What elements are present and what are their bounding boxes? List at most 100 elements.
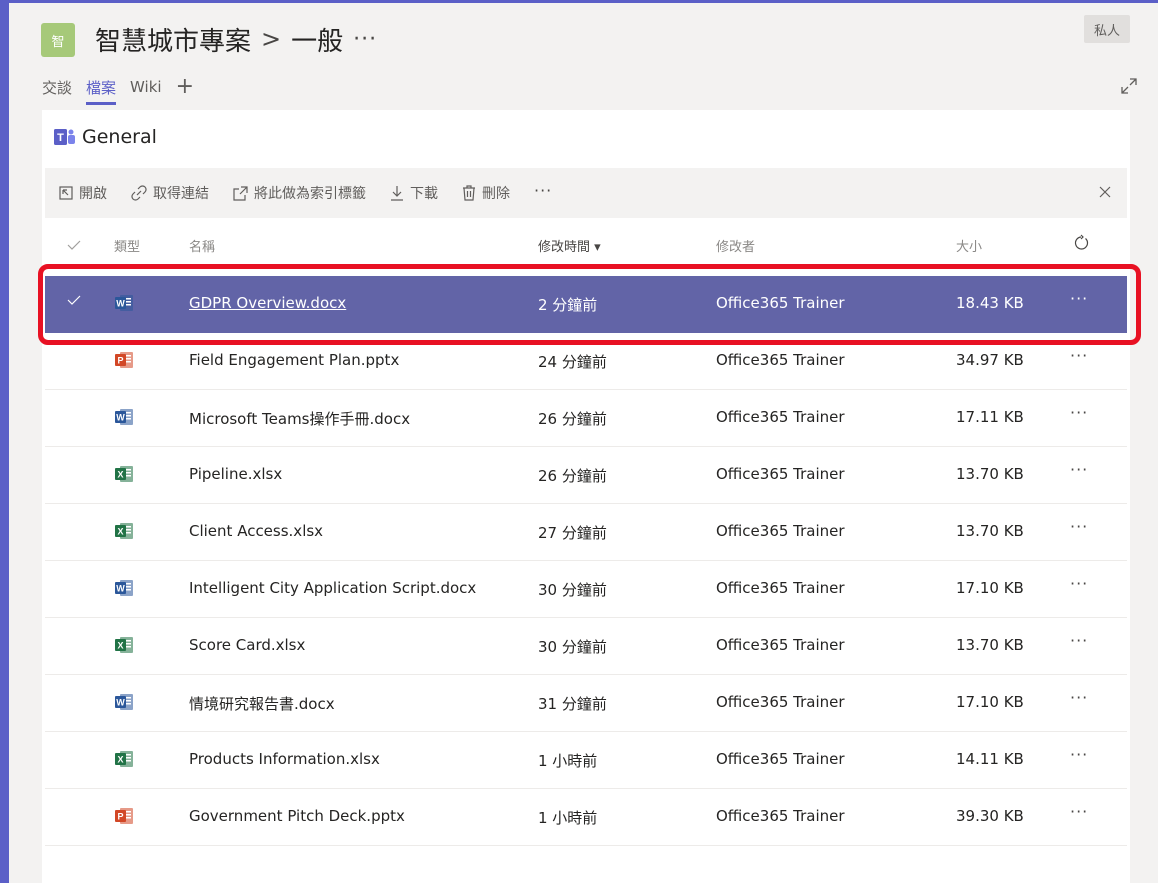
close-icon[interactable] xyxy=(1095,182,1115,202)
svg-text:X: X xyxy=(117,527,123,537)
add-tab-button[interactable]: + xyxy=(176,76,194,98)
file-modified-by: Office365 Trainer xyxy=(716,750,845,768)
file-modified: 30 分鐘前 xyxy=(538,638,607,656)
library-title: General xyxy=(82,126,157,148)
column-header-modified[interactable]: 修改時間 ▾ xyxy=(538,236,601,255)
column-header-modified-by[interactable]: 修改者 xyxy=(716,236,755,255)
teams-channel-view: 智 智慧城市專案 > 一般 ··· 私人 交談 檔案 Wiki + T Gene… xyxy=(9,3,1158,883)
refresh-icon[interactable] xyxy=(1072,234,1090,252)
channel-name[interactable]: 一般 xyxy=(291,21,343,58)
file-row[interactable]: W Microsoft Teams操作手冊.docx 26 分鐘前 Office365… xyxy=(45,390,1127,447)
file-name-link[interactable]: Microsoft Teams操作手冊.docx xyxy=(189,408,410,429)
command-bar: 開啟 取得連結 將此做為索引標籤 下載 刪除 ··· xyxy=(45,168,1127,218)
excel-file-icon: X xyxy=(115,751,133,767)
delete-button[interactable]: 刪除 xyxy=(462,183,510,203)
file-modified-by: Office365 Trainer xyxy=(716,636,845,654)
make-tab-label: 將此做為索引標籤 xyxy=(254,186,366,202)
breadcrumb-separator: > xyxy=(261,25,282,53)
file-size: 13.70 KB xyxy=(956,465,1024,483)
file-modified: 30 分鐘前 xyxy=(538,581,607,599)
trash-icon xyxy=(463,185,475,201)
svg-text:W: W xyxy=(116,584,125,594)
svg-text:P: P xyxy=(117,356,123,366)
row-more-button[interactable]: ··· xyxy=(1070,688,1088,707)
file-modified-by: Office365 Trainer xyxy=(716,465,845,483)
team-name[interactable]: 智慧城市專案 xyxy=(95,21,251,58)
file-row[interactable]: X Pipeline.xlsx 26 分鐘前 Office365 Trainer 13.… xyxy=(45,447,1127,504)
word-file-icon: W xyxy=(115,409,133,425)
row-more-button[interactable]: ··· xyxy=(1070,745,1088,764)
open-label: 開啟 xyxy=(79,186,107,202)
open-button[interactable]: 開啟 xyxy=(59,183,107,203)
svg-text:W: W xyxy=(116,299,125,309)
channel-more-button[interactable]: ··· xyxy=(353,27,377,52)
row-more-button[interactable]: ··· xyxy=(1070,802,1088,821)
file-name-link[interactable]: Products Information.xlsx xyxy=(189,750,380,768)
command-more-button[interactable]: ··· xyxy=(534,181,552,200)
delete-label: 刪除 xyxy=(482,186,510,202)
svg-text:T: T xyxy=(57,132,64,144)
column-header-name[interactable]: 名稱 xyxy=(189,236,215,255)
expand-icon[interactable] xyxy=(1120,77,1138,95)
svg-text:W: W xyxy=(116,698,125,708)
file-modified-by: Office365 Trainer xyxy=(716,579,845,597)
row-check-icon[interactable] xyxy=(67,293,81,307)
column-header-type[interactable]: 類型 xyxy=(114,236,140,255)
file-row[interactable]: X Score Card.xlsx 30 分鐘前 Office365 Trainer 1… xyxy=(45,618,1127,675)
file-size: 13.70 KB xyxy=(956,522,1024,540)
file-row[interactable]: W 情境研究報告書.docx 31 分鐘前 Office365 Trainer 17.1… xyxy=(45,675,1127,732)
file-modified: 24 分鐘前 xyxy=(538,353,607,371)
tab-conversations[interactable]: 交談 xyxy=(42,77,72,102)
excel-file-icon: X xyxy=(115,466,133,482)
row-more-button[interactable]: ··· xyxy=(1070,517,1088,536)
get-link-label: 取得連結 xyxy=(153,186,209,202)
file-name-link[interactable]: Intelligent City Application Script.docx xyxy=(189,579,476,597)
file-row[interactable]: W Intelligent City Application Script.doc… xyxy=(45,561,1127,618)
private-badge: 私人 xyxy=(1083,15,1130,43)
file-modified: 26 分鐘前 xyxy=(538,410,607,428)
powerpoint-file-icon: P xyxy=(115,352,133,368)
open-icon xyxy=(59,186,73,200)
team-avatar[interactable]: 智 xyxy=(41,23,75,57)
row-more-button[interactable]: ··· xyxy=(1070,346,1088,365)
row-more-button[interactable]: ··· xyxy=(1070,460,1088,479)
file-row[interactable]: P Government Pitch Deck.pptx 1 小時前 Office36… xyxy=(45,789,1127,846)
file-row[interactable]: X Client Access.xlsx 27 分鐘前 Office365 Train… xyxy=(45,504,1127,561)
file-row[interactable]: W GDPR Overview.docx 2 分鐘前 Office365 Traine… xyxy=(45,276,1127,333)
file-modified-by: Office365 Trainer xyxy=(716,351,845,369)
svg-text:X: X xyxy=(117,755,123,765)
file-row[interactable]: P Field Engagement Plan.pptx 24 分鐘前 Office3… xyxy=(45,333,1127,390)
file-size: 17.10 KB xyxy=(956,579,1024,597)
word-file-icon: W xyxy=(115,295,133,311)
file-name-link[interactable]: Government Pitch Deck.pptx xyxy=(189,807,405,825)
row-more-button[interactable]: ··· xyxy=(1070,574,1088,593)
svg-text:P: P xyxy=(117,812,123,822)
file-modified: 2 分鐘前 xyxy=(538,296,598,314)
file-name-link[interactable]: Score Card.xlsx xyxy=(189,636,305,654)
file-name-link[interactable]: Pipeline.xlsx xyxy=(189,465,282,483)
file-name-link[interactable]: 情境研究報告書.docx xyxy=(189,693,335,714)
tab-files[interactable]: 檔案 xyxy=(86,77,117,105)
file-modified-by: Office365 Trainer xyxy=(716,807,845,825)
word-file-icon: W xyxy=(115,694,133,710)
table-header: 類型 名稱 修改時間 ▾ 修改者 大小 xyxy=(45,222,1127,267)
get-link-button[interactable]: 取得連結 xyxy=(131,183,209,203)
download-button[interactable]: 下載 xyxy=(390,183,438,203)
make-tab-icon xyxy=(233,185,248,201)
row-more-button[interactable]: ··· xyxy=(1070,289,1088,308)
row-more-button[interactable]: ··· xyxy=(1070,403,1088,422)
word-file-icon: W xyxy=(115,580,133,596)
powerpoint-file-icon: P xyxy=(115,808,133,824)
file-name-link[interactable]: Client Access.xlsx xyxy=(189,522,323,540)
column-header-size[interactable]: 大小 xyxy=(956,236,982,255)
file-name-link[interactable]: GDPR Overview.docx xyxy=(189,294,346,312)
file-modified-by: Office365 Trainer xyxy=(716,522,845,540)
make-tab-button[interactable]: 將此做為索引標籤 xyxy=(233,183,366,203)
row-more-button[interactable]: ··· xyxy=(1070,631,1088,650)
file-row[interactable]: X Products Information.xlsx 1 小時前 Office365… xyxy=(45,732,1127,789)
file-modified-by: Office365 Trainer xyxy=(716,294,845,312)
file-name-link[interactable]: Field Engagement Plan.pptx xyxy=(189,351,399,369)
tab-wiki[interactable]: Wiki xyxy=(130,78,162,100)
select-all-check-icon[interactable] xyxy=(67,239,81,251)
files-panel: T General 開啟 取得連結 將此做為索引標籤 下載 刪除 ··· 類型 … xyxy=(42,110,1130,883)
